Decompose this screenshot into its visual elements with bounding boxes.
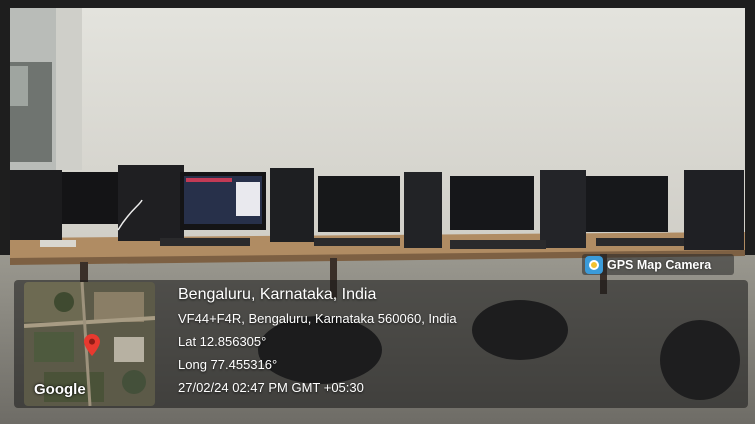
screen-window [236,182,260,216]
cpu-tower [404,172,442,248]
screen-taskbar [186,178,232,182]
monitor [62,172,124,224]
frame-top [0,0,755,8]
monitor [586,176,668,232]
location-title: Bengaluru, Karnataka, India [178,286,377,303]
keyboard [314,238,400,246]
cpu-tower [118,165,184,241]
paper [40,240,76,247]
monitor [318,176,400,232]
location-address: VF44+F4R, Bengaluru, Karnataka 560060, I… [178,311,457,326]
keyboard [160,238,250,246]
cpu-tower [684,170,744,250]
location-latitude: Lat 12.856305° [178,334,267,349]
pillar [56,0,82,170]
monitor [450,176,534,230]
google-logo: Google [34,381,86,398]
cpu-tower [540,170,586,248]
gps-badge-label: GPS Map Camera [607,257,712,272]
keyboard [450,240,546,249]
gps-map-camera-logo-icon [585,255,603,274]
cpu-tower [10,170,62,240]
map-pin-icon [84,334,100,356]
location-timestamp: 27/02/24 02:47 PM GMT +05:30 [178,380,364,395]
location-longitude: Long 77.455316° [178,357,278,372]
cpu-tower [270,168,314,242]
gps-map-camera-badge: GPS Map Camera [582,254,734,275]
window-reflection [10,66,28,106]
location-info: Bengaluru, Karnataka, India VF44+F4R, Be… [178,287,578,401]
keyboard [596,238,684,246]
